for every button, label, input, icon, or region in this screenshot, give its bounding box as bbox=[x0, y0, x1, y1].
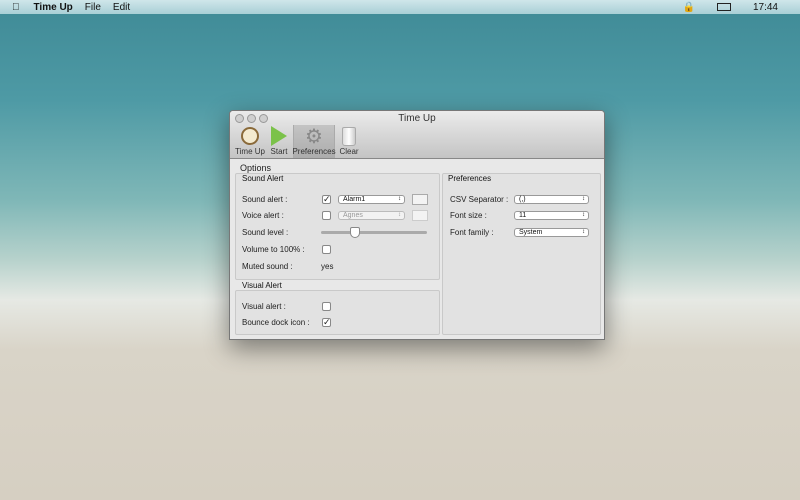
sound-alert-label: Sound alert : bbox=[242, 195, 288, 204]
csv-value: (,) bbox=[519, 196, 526, 203]
sound-level-label: Sound level : bbox=[242, 228, 289, 237]
preferences-heading: Preferences bbox=[448, 174, 492, 183]
visual-alert-group bbox=[235, 290, 440, 335]
titlebar: Time Up Time Up Start ⚙ Preferences Clea… bbox=[230, 111, 604, 159]
muted-value: yes bbox=[321, 262, 334, 271]
toolbar-label: Time Up bbox=[235, 147, 265, 156]
font-size-label: Font size : bbox=[450, 211, 487, 220]
apple-icon[interactable]:  bbox=[12, 2, 20, 13]
voice-alert-checkbox[interactable] bbox=[322, 211, 331, 220]
clock[interactable]: 17:44 bbox=[753, 2, 778, 13]
muted-label: Muted sound : bbox=[242, 262, 293, 271]
sound-level-slider[interactable] bbox=[321, 227, 427, 238]
updown-icon: ↕ bbox=[582, 212, 585, 218]
csv-label: CSV Separator : bbox=[450, 195, 509, 204]
sound-alert-heading: Sound Alert bbox=[242, 174, 284, 183]
clock-icon bbox=[239, 125, 261, 147]
updown-icon: ↕ bbox=[398, 212, 401, 218]
sound-preview-button[interactable] bbox=[412, 194, 428, 205]
menu-edit[interactable]: Edit bbox=[113, 2, 130, 13]
play-icon bbox=[268, 125, 290, 147]
updown-icon: ↕ bbox=[398, 196, 401, 202]
toolbar-label: Clear bbox=[339, 147, 359, 156]
font-family-value: System bbox=[519, 229, 543, 236]
volume-checkbox[interactable] bbox=[322, 245, 331, 254]
trash-icon bbox=[338, 125, 360, 147]
voice-alert-label: Voice alert : bbox=[242, 211, 284, 220]
slider-knob[interactable] bbox=[349, 227, 360, 238]
options-heading: Options bbox=[240, 163, 272, 173]
window-title: Time Up bbox=[398, 113, 436, 124]
menu-file[interactable]: File bbox=[85, 2, 101, 13]
gear-icon: ⚙ bbox=[305, 125, 323, 148]
voice-select-value: Agnes bbox=[343, 212, 363, 219]
font-size-select[interactable]: 11 ↕ bbox=[514, 211, 589, 220]
sound-select-value: Alarm1 bbox=[343, 196, 366, 203]
time-up-window: Time Up Time Up Start ⚙ Preferences Clea… bbox=[229, 110, 605, 340]
toolbar-clear[interactable]: Clear bbox=[338, 125, 360, 158]
font-family-label: Font family : bbox=[450, 228, 494, 237]
visual-alert-checkbox[interactable] bbox=[322, 302, 331, 311]
bounce-label: Bounce dock icon : bbox=[242, 318, 310, 327]
bounce-checkbox[interactable]: ✓ bbox=[322, 318, 331, 327]
menu-app[interactable]: Time Up bbox=[34, 2, 73, 13]
toolbar-time-up[interactable]: Time Up bbox=[235, 125, 265, 158]
sound-select[interactable]: Alarm1 ↕ bbox=[338, 195, 405, 204]
font-family-select[interactable]: System ↕ bbox=[514, 228, 589, 237]
voice-select[interactable]: Agnes ↕ bbox=[338, 211, 405, 220]
updown-icon: ↕ bbox=[582, 229, 585, 235]
font-size-value: 11 bbox=[519, 212, 527, 219]
visual-alert-label: Visual alert : bbox=[242, 302, 286, 311]
voice-preview-button[interactable] bbox=[412, 210, 428, 221]
visual-alert-heading: Visual Alert bbox=[242, 281, 282, 290]
lock-icon[interactable]: 🔒 bbox=[683, 2, 695, 13]
csv-select[interactable]: (,) ↕ bbox=[514, 195, 589, 204]
menu-bar:  Time Up File Edit 🔒 17:44 bbox=[0, 0, 800, 14]
battery-icon[interactable] bbox=[716, 3, 731, 11]
toolbar-label: Preferences bbox=[292, 147, 336, 156]
volume-label: Volume to 100% : bbox=[242, 245, 305, 254]
toolbar-label: Start bbox=[270, 147, 288, 156]
toolbar-preferences[interactable]: ⚙ Preferences bbox=[292, 125, 336, 158]
toolbar-start[interactable]: Start bbox=[268, 125, 290, 158]
updown-icon: ↕ bbox=[582, 196, 585, 202]
sound-alert-checkbox[interactable]: ✓ bbox=[322, 195, 331, 204]
